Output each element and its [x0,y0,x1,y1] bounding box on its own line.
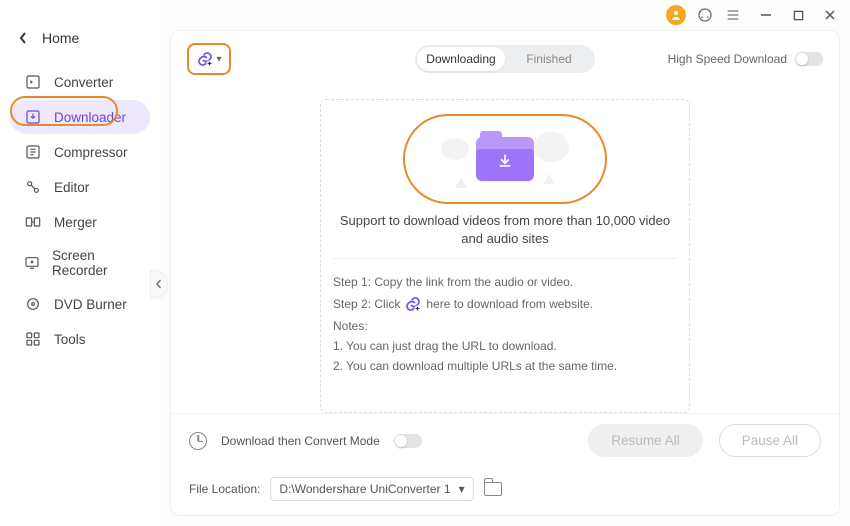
window-titlebar [666,0,850,30]
note-2: 2. You can download multiple URLs at the… [333,359,677,373]
convert-mode-toggle[interactable] [394,434,422,448]
instructions-panel: Support to download videos from more tha… [320,99,690,413]
high-speed-download: High Speed Download [668,52,823,66]
bottom-left-group: Download then Convert Mode [189,432,422,450]
cloud-icon [441,138,469,160]
sidebar-item-label: Downloader [54,110,126,125]
caret-down-icon: ▾ [216,54,221,65]
chevron-left-icon [155,279,163,289]
caret-down-icon: ▾ [459,482,465,496]
converter-icon [24,73,42,91]
link-plus-icon [196,50,214,68]
sidebar-item-tools[interactable]: Tools [10,322,150,356]
decoration-icon [543,174,555,184]
person-icon [670,9,682,21]
sidebar-collapse-handle[interactable] [150,270,168,298]
user-avatar[interactable] [666,5,686,25]
sidebar-item-merger[interactable]: Merger [10,205,150,239]
merger-icon [24,213,42,231]
sidebar-item-screen-recorder[interactable]: Screen Recorder [10,240,150,286]
convert-mode-label: Download then Convert Mode [221,434,380,448]
editor-icon [24,178,42,196]
sidebar-item-converter[interactable]: Converter [10,65,150,99]
sidebar-item-label: Converter [54,75,113,90]
note-1: 1. You can just drag the URL to download… [333,339,677,353]
high-speed-label: High Speed Download [668,52,787,66]
close-button[interactable] [822,7,838,23]
link-plus-icon [404,295,422,313]
file-location-row: File Location: D:\Wondershare UniConvert… [189,477,821,501]
sidebar-item-editor[interactable]: Editor [10,170,150,204]
sidebar-item-label: Editor [54,180,89,195]
minimize-button[interactable] [758,7,774,23]
download-arrow-icon [497,153,513,169]
sidebar-item-label: Compressor [54,145,128,160]
sidebar-item-label: Tools [54,332,86,347]
support-icon[interactable] [696,6,714,24]
paste-url-button[interactable]: ▾ [187,43,231,75]
resume-all-button[interactable]: Resume All [588,424,702,457]
tools-icon [24,330,42,348]
sidebar-item-compressor[interactable]: Compressor [10,135,150,169]
steps-list: Step 1: Copy the link from the audio or … [333,258,677,373]
main-topbar: ▾ Downloading Finished High Speed Downlo… [171,31,839,85]
sidebar-item-label: Screen Recorder [52,248,136,278]
bottom-bar: Download then Convert Mode Resume All Pa… [171,413,839,515]
step-1: Step 1: Copy the link from the audio or … [333,275,677,289]
maximize-button[interactable] [790,7,806,23]
sidebar-item-downloader[interactable]: Downloader [10,100,150,134]
file-location-select[interactable]: D:\Wondershare UniConverter 1 ▾ [270,477,473,501]
chevron-left-icon [18,31,28,45]
home-label: Home [42,30,79,46]
high-speed-toggle[interactable] [795,52,823,66]
pause-all-button[interactable]: Pause All [719,424,821,457]
sidebar-item-label: Merger [54,215,97,230]
step-2-prefix: Step 2: Click [333,297,400,311]
download-folder-icon [476,137,534,181]
tab-finished[interactable]: Finished [505,47,593,71]
download-tabs: Downloading Finished [415,45,595,73]
compressor-icon [24,143,42,161]
menu-icon[interactable] [724,6,742,24]
cloud-icon [533,132,569,162]
schedule-icon[interactable] [189,432,207,450]
sidebar: Home Converter Downloader Compressor Edi… [0,0,160,526]
notes-heading: Notes: [333,319,677,333]
open-folder-button[interactable] [484,482,502,496]
sidebar-item-label: DVD Burner [54,297,127,312]
step-2-suffix: here to download from website. [426,297,593,311]
bottom-actions: Resume All Pause All [588,424,821,457]
content-area: Support to download videos from more tha… [171,85,839,413]
tab-downloading[interactable]: Downloading [417,47,505,71]
dvd-burner-icon [24,295,42,313]
drop-zone[interactable] [403,114,607,204]
downloader-icon [24,108,42,126]
sidebar-item-dvd-burner[interactable]: DVD Burner [10,287,150,321]
decoration-icon [455,178,467,188]
main-panel: ▾ Downloading Finished High Speed Downlo… [170,30,840,516]
screen-recorder-icon [24,254,40,272]
home-header[interactable]: Home [0,22,160,64]
support-text: Support to download videos from more tha… [333,212,677,248]
file-location-value: D:\Wondershare UniConverter 1 [279,482,450,496]
file-location-label: File Location: [189,482,260,496]
step-2: Step 2: Click here to download from webs… [333,295,677,313]
